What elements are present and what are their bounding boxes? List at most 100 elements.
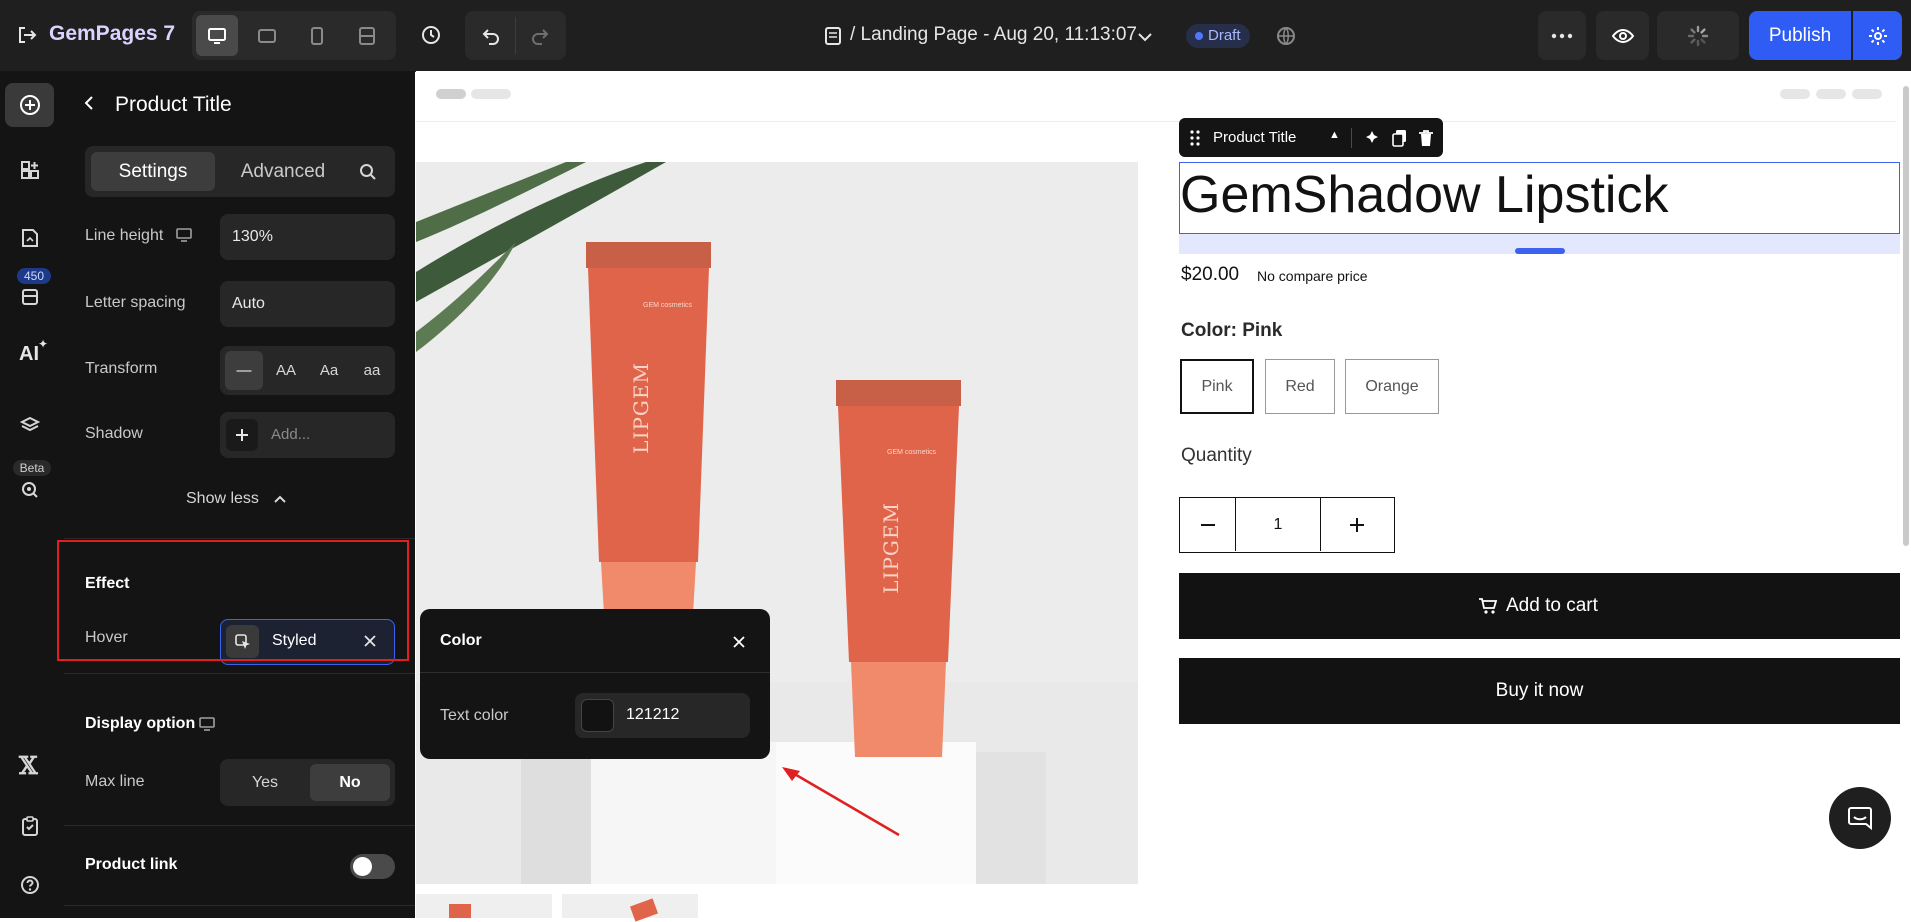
status-badge-label: Draft [1208, 27, 1241, 44]
text-color-label: Text color [440, 707, 509, 724]
desktop-view-icon[interactable] [196, 15, 238, 56]
saving-spinner-icon[interactable] [1657, 11, 1739, 60]
caret-up-icon[interactable]: ▲ [1329, 129, 1340, 141]
tab-settings[interactable]: Settings [91, 152, 215, 191]
desktop-device-icon [197, 714, 217, 734]
color-swatch[interactable] [581, 699, 614, 732]
cart-icon [1477, 595, 1499, 617]
search-icon[interactable] [353, 158, 383, 185]
chevron-down-icon[interactable] [1136, 28, 1154, 46]
undo-icon[interactable] [469, 15, 513, 56]
panel-tabs: Settings Advanced [85, 146, 395, 197]
undo-redo-group [465, 11, 566, 60]
close-icon[interactable] [728, 631, 750, 653]
chevron-up-icon[interactable] [272, 491, 288, 507]
sections-icon[interactable] [15, 155, 45, 185]
redo-icon[interactable] [518, 15, 562, 56]
text-color-value[interactable]: 121212 [626, 706, 679, 724]
transform-lowercase-option[interactable]: aa [353, 351, 391, 390]
delete-trash-icon[interactable] [1415, 127, 1437, 149]
shadow-field[interactable]: Add... [220, 412, 395, 458]
divider [515, 17, 516, 54]
product-link-toggle[interactable] [350, 854, 395, 879]
status-dot-icon [1195, 32, 1203, 40]
max-line-no-option[interactable]: No [310, 764, 390, 801]
letter-spacing-label: Letter spacing [85, 294, 186, 311]
page-title[interactable]: / Landing Page - Aug 20, 11:13:07 [850, 24, 1137, 46]
publish-settings-gear-icon[interactable] [1853, 11, 1902, 60]
plus-icon[interactable] [1320, 498, 1393, 551]
shadow-placeholder: Add... [271, 426, 311, 443]
letter-spacing-input[interactable]: Auto [220, 281, 395, 327]
tube-brand-text: LIPGEM [879, 502, 903, 594]
resize-handle[interactable] [1515, 248, 1565, 254]
checklist-icon[interactable] [15, 811, 45, 841]
divider [64, 825, 415, 826]
editor-canvas: LIPGEM LIPGEM GEM cosmetics GEM cosmetic… [416, 71, 1911, 922]
transform-capitalize-option[interactable]: Aa [310, 351, 348, 390]
tablet-view-icon[interactable] [246, 15, 288, 56]
layers-icon[interactable] [15, 411, 45, 441]
add-element-icon[interactable] [5, 83, 54, 127]
text-color-field[interactable]: 121212 [575, 693, 750, 738]
annotation-arrow [782, 767, 900, 837]
location-settings-icon[interactable] [17, 477, 43, 503]
history-icon[interactable] [416, 16, 446, 54]
ai-assist-icon[interactable] [1361, 127, 1383, 149]
library-count-badge: 450 [17, 268, 51, 284]
add-to-cart-button[interactable]: Add to cart [1179, 573, 1900, 639]
product-thumbnail[interactable] [416, 894, 552, 918]
tab-advanced[interactable]: Advanced [221, 152, 345, 191]
help-icon[interactable] [15, 870, 45, 900]
transform-none-option[interactable]: — [225, 351, 263, 390]
x-integration-icon[interactable]: 𝕏 [19, 751, 38, 780]
sparkle-icon: ✦ [38, 337, 49, 351]
library-icon[interactable] [15, 284, 45, 310]
variant-pink-option[interactable]: Pink [1180, 359, 1254, 414]
status-badge: Draft [1186, 24, 1250, 48]
thumbnail-tube [449, 904, 471, 918]
exit-icon[interactable] [14, 20, 40, 50]
buy-now-button[interactable]: Buy it now [1179, 658, 1900, 724]
canvas-scrollbar[interactable] [1903, 86, 1909, 546]
publish-button[interactable]: Publish [1749, 11, 1851, 60]
thumbnail-tube [629, 898, 659, 922]
divider [64, 538, 415, 539]
left-rail: 450 AI ✦ Beta 𝕏 [0, 71, 65, 918]
ai-icon[interactable]: AI [19, 343, 39, 366]
variant-red-option[interactable]: Red [1265, 359, 1335, 414]
settings-panel: Product Title Settings Advanced Line hei… [57, 71, 415, 918]
color-popup-title: Color [440, 632, 482, 649]
responsive-view-icon[interactable] [346, 15, 388, 56]
tube-logo-text: GEM cosmetics [643, 302, 693, 309]
color-popup: Color Text color 121212 [420, 609, 770, 759]
chat-support-icon[interactable] [1829, 787, 1891, 849]
drag-handle-icon[interactable] [1187, 128, 1203, 148]
divider [64, 673, 415, 674]
header-placeholder [436, 89, 466, 99]
top-bar: GemPages 7 / Landing Page - Aug 20, 11:1… [0, 0, 1911, 72]
more-options-icon[interactable] [1538, 11, 1586, 60]
mobile-view-icon[interactable] [296, 15, 338, 56]
globe-icon[interactable] [1274, 24, 1298, 48]
pages-icon[interactable] [15, 223, 45, 253]
duplicate-icon[interactable] [1389, 127, 1411, 149]
product-title[interactable]: GemShadow Lipstick [1180, 165, 1668, 225]
line-height-label: Line height [85, 227, 164, 244]
product-thumbnail[interactable] [562, 894, 698, 922]
back-arrow-icon[interactable] [79, 93, 99, 113]
show-less-button[interactable]: Show less [186, 490, 259, 508]
preview-eye-icon[interactable] [1596, 11, 1649, 60]
transform-uppercase-option[interactable]: AA [267, 351, 305, 390]
minus-icon[interactable] [1180, 498, 1236, 551]
element-toolbar: Product Title ▲ [1179, 118, 1443, 157]
add-shadow-plus-icon[interactable] [226, 419, 258, 451]
divider [64, 905, 415, 906]
variant-orange-option[interactable]: Orange [1345, 359, 1439, 414]
line-height-input[interactable]: 130% [220, 214, 395, 260]
toolbar-element-label[interactable]: Product Title [1213, 129, 1296, 146]
annotation-highlight-box [57, 540, 409, 661]
max-line-yes-option[interactable]: Yes [225, 764, 305, 801]
max-line-toggle: Yes No [220, 759, 395, 806]
quantity-input[interactable]: 1 [1236, 498, 1320, 551]
